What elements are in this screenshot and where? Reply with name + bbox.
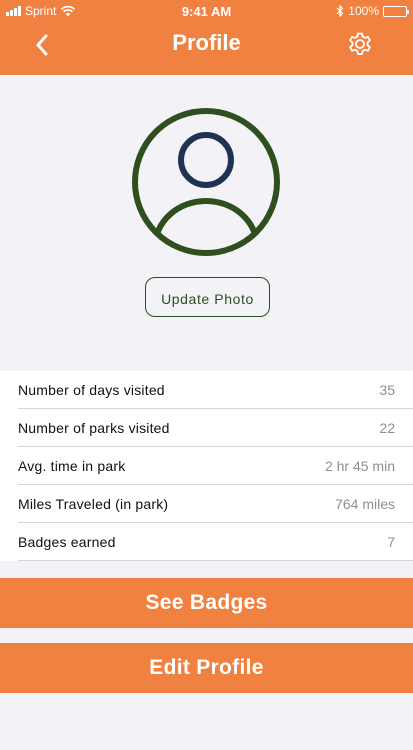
stat-value: 2 hr 45 min <box>324 458 395 474</box>
user-avatar-icon <box>132 108 280 256</box>
see-badges-button[interactable]: See Badges <box>0 578 413 628</box>
update-photo-button[interactable]: Update Photo <box>145 277 270 317</box>
stat-row-avg-time: Avg. time in park 2 hr 45 min <box>0 447 413 485</box>
battery-percent: 100% <box>348 4 379 18</box>
profile-screen: Sprint 9:41 AM 100% Profile Update Photo… <box>0 0 413 750</box>
stat-label: Badges earned <box>18 534 116 550</box>
stat-row-days-visited: Number of days visited 35 <box>0 371 413 409</box>
stat-label: Number of parks visited <box>18 420 170 436</box>
stat-label: Number of days visited <box>18 382 165 398</box>
battery-icon <box>383 5 409 17</box>
stat-value: 22 <box>379 420 395 436</box>
edit-profile-button[interactable]: Edit Profile <box>0 643 413 693</box>
stat-label: Miles Traveled (in park) <box>18 496 169 512</box>
stat-row-parks-visited: Number of parks visited 22 <box>0 409 413 447</box>
stat-label: Avg. time in park <box>18 458 126 474</box>
stat-value: 7 <box>387 534 395 550</box>
settings-button[interactable] <box>346 30 374 58</box>
bluetooth-icon <box>336 5 344 17</box>
stat-row-miles-traveled: Miles Traveled (in park) 764 miles <box>0 485 413 523</box>
top-bar: Sprint 9:41 AM 100% Profile <box>0 0 413 75</box>
stat-row-badges-earned: Badges earned 7 <box>0 523 413 561</box>
profile-avatar[interactable] <box>131 107 281 257</box>
status-right: 100% <box>336 4 409 18</box>
stat-value: 35 <box>379 382 395 398</box>
stats-list: Number of days visited 35 Number of park… <box>0 371 413 561</box>
row-divider <box>18 560 413 561</box>
status-bar: Sprint 9:41 AM 100% <box>0 0 413 22</box>
stat-value: 764 miles <box>335 496 395 512</box>
gear-icon <box>349 32 371 55</box>
